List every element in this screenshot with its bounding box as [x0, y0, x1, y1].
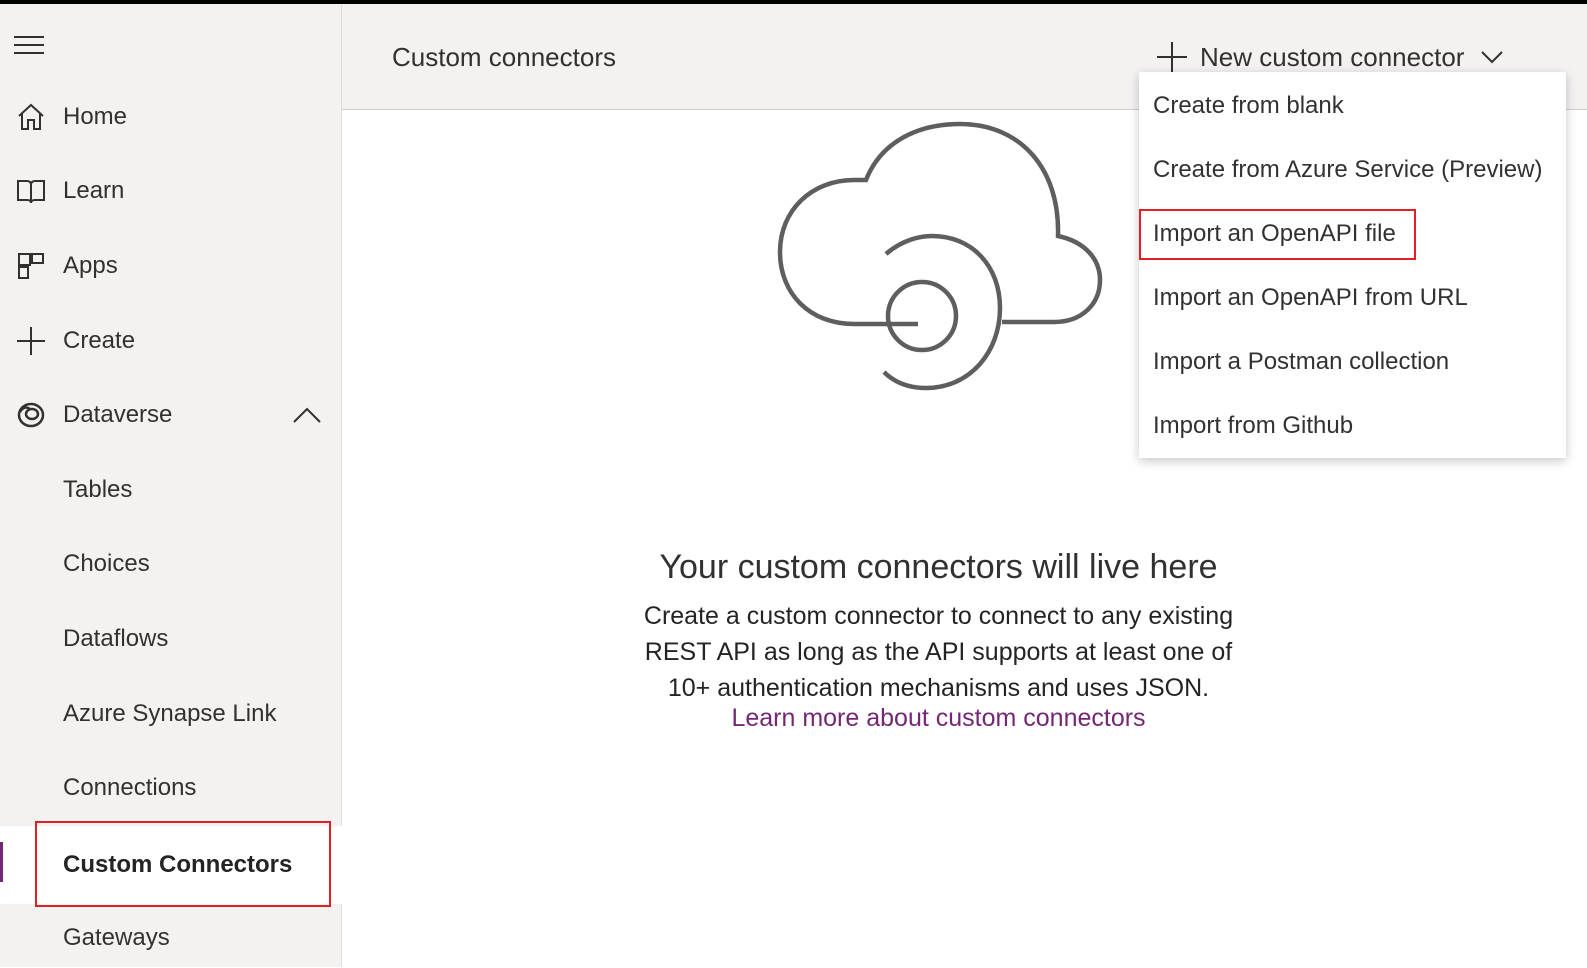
sidebar-item-gateways[interactable]: Gateways — [0, 908, 342, 968]
menu-item-import-openapi-url[interactable]: Import an OpenAPI from URL — [1139, 266, 1566, 330]
empty-state-description: Create a custom connector to connect to … — [612, 598, 1265, 706]
menu-item-import-openapi-file[interactable]: Import an OpenAPI file — [1139, 202, 1566, 266]
new-custom-connector-label: New custom connector — [1200, 41, 1465, 72]
menu-item-label: Create from blank — [1153, 92, 1344, 119]
menu-item-label: Import an OpenAPI file — [1153, 220, 1396, 247]
sidebar-item-label: Connections — [63, 774, 197, 801]
sidebar-item-choices[interactable]: Choices — [0, 534, 342, 594]
sidebar-item-label: Dataflows — [63, 625, 169, 652]
sidebar-item-label: Dataverse — [63, 401, 173, 428]
menu-item-create-from-azure-service[interactable]: Create from Azure Service (Preview) — [1139, 138, 1566, 202]
chevron-down-icon — [1480, 49, 1504, 65]
sidebar-item-dataflows[interactable]: Dataflows — [0, 609, 342, 669]
page-title: Custom connectors — [392, 42, 616, 72]
empty-state-description-line: Create a custom connector to connect to … — [643, 602, 1234, 630]
sidebar-item-label: Apps — [63, 252, 118, 279]
menu-item-label: Import an OpenAPI from URL — [1153, 284, 1468, 311]
chevron-up-icon[interactable] — [292, 405, 322, 425]
sidebar-item-label: Create — [63, 327, 136, 354]
sidebar-item-label: Custom Connectors — [63, 851, 293, 878]
empty-state-description-line: 10+ authentication mechanisms and uses J… — [667, 674, 1210, 702]
cloud-connector-icon — [770, 118, 1110, 398]
menu-item-import-postman-collection[interactable]: Import a Postman collection — [1139, 330, 1566, 394]
dataverse-icon — [15, 399, 47, 431]
plus-icon — [1156, 41, 1188, 73]
sidebar-item-label: Azure Synapse Link — [63, 700, 277, 727]
menu-item-create-from-blank[interactable]: Create from blank — [1139, 74, 1566, 138]
sidebar-item-azure-synapse-link[interactable]: Azure Synapse Link — [0, 684, 342, 744]
sidebar-item-custom-connectors[interactable]: Custom Connectors — [0, 826, 342, 904]
selection-indicator — [0, 842, 3, 882]
sidebar-item-label: Gateways — [63, 924, 170, 951]
menu-item-label: Create from Azure Service (Preview) — [1153, 156, 1543, 183]
menu-item-label: Import from Github — [1153, 412, 1354, 439]
sidebar-item-learn[interactable]: Learn — [0, 161, 342, 221]
hamburger-menu-icon[interactable] — [14, 34, 44, 56]
sidebar-item-connections[interactable]: Connections — [0, 758, 342, 818]
menu-item-import-from-github[interactable]: Import from Github — [1139, 394, 1566, 458]
sidebar-item-apps[interactable]: Apps — [0, 236, 342, 296]
plus-icon — [15, 325, 47, 357]
empty-state-description-line: REST API as long as the API supports at … — [644, 638, 1233, 666]
sidebar-item-create[interactable]: Create — [0, 311, 342, 371]
sidebar-item-tables[interactable]: Tables — [0, 460, 342, 520]
new-connector-dropdown-menu: Create from blank Create from Azure Serv… — [1139, 72, 1566, 458]
sidebar-item-home[interactable]: Home — [0, 87, 342, 147]
learn-more-link[interactable]: Learn more about custom connectors — [342, 704, 1535, 733]
sidebar-item-dataverse[interactable]: Dataverse — [0, 385, 342, 445]
empty-state-title: Your custom connectors will live here — [659, 548, 1218, 586]
book-icon — [15, 175, 47, 207]
menu-item-label: Import a Postman collection — [1153, 348, 1450, 375]
apps-icon — [15, 250, 47, 282]
sidebar-item-label: Choices — [63, 550, 150, 577]
sidebar-item-label: Learn — [63, 177, 125, 204]
home-icon — [15, 101, 47, 133]
sidebar: Home Learn Apps Create Dataverse Tables … — [0, 4, 342, 967]
sidebar-item-label: Tables — [63, 476, 133, 503]
sidebar-item-label: Home — [63, 103, 128, 130]
